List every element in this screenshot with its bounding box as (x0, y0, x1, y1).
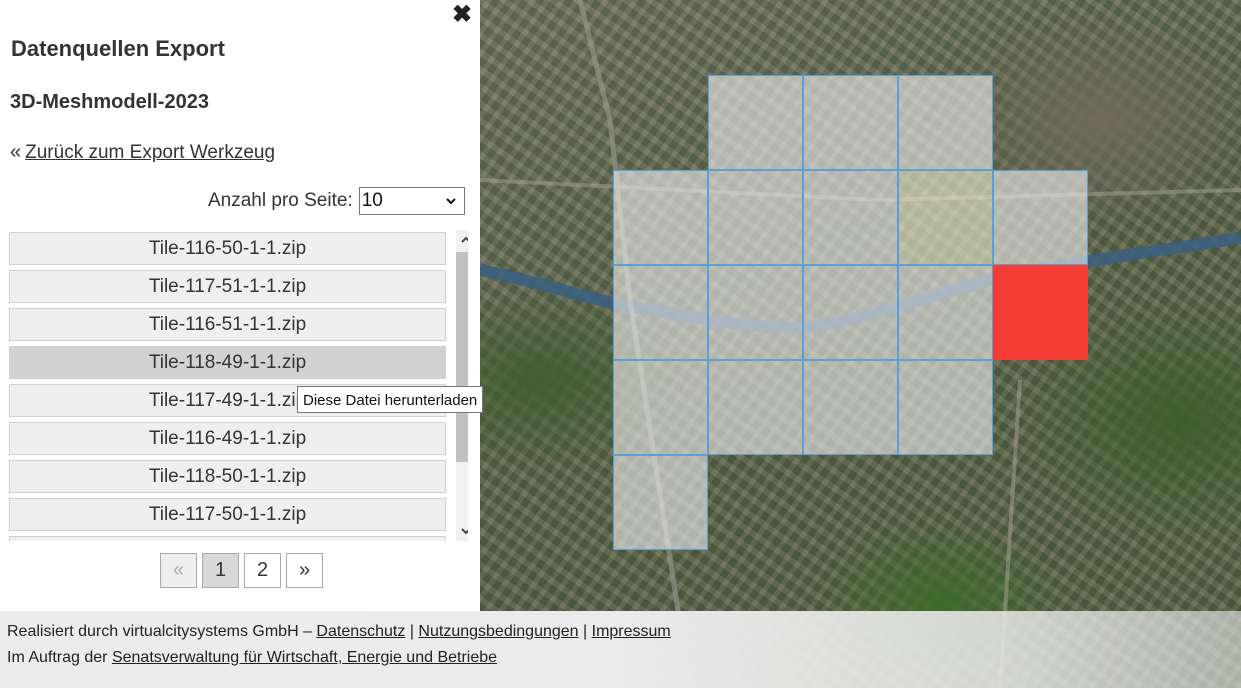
map-tile[interactable] (803, 265, 898, 360)
per-page-control: Anzahl pro Seite: 10 (208, 187, 465, 215)
map-tile[interactable] (708, 170, 803, 265)
map-tile[interactable] (803, 360, 898, 455)
pagination-next-button[interactable]: » (286, 553, 323, 588)
panel-title: Datenquellen Export (11, 36, 225, 61)
map-tile[interactable] (898, 170, 993, 265)
senate-link[interactable]: Senatsverwaltung für Wirtschaft, Energie… (112, 649, 497, 666)
file-download-item[interactable]: Tile-116-49-1-1.zip (9, 422, 446, 455)
map-view[interactable] (480, 0, 1241, 688)
footer-line-2: Im Auftrag der Senatsverwaltung für Wirt… (7, 649, 497, 667)
file-download-item[interactable]: Tile-118-50-1-1.zip (9, 460, 446, 493)
per-page-value: 10 (361, 190, 383, 211)
file-download-item[interactable]: Tile-118-49-1-1.zip (9, 346, 446, 379)
scroll-down-icon[interactable] (456, 521, 468, 541)
footer-credit: Realisiert durch virtualcitysystems GmbH… (7, 623, 312, 640)
map-tile[interactable] (993, 170, 1088, 265)
dataset-title: 3D-Meshmodell-2023 (10, 91, 209, 113)
map-tile[interactable] (803, 75, 898, 170)
map-tile[interactable] (613, 170, 708, 265)
download-tooltip: Diese Datei herunterladen (297, 386, 484, 413)
map-tile[interactable] (613, 360, 708, 455)
map-tile[interactable] (898, 360, 993, 455)
footer-line-1: Realisiert durch virtualcitysystems GmbH… (7, 623, 671, 641)
double-chevron-left-icon: « (10, 141, 22, 163)
map-tile-selected[interactable] (993, 265, 1088, 360)
per-page-select[interactable]: 10 (358, 187, 465, 215)
map-tile[interactable] (803, 170, 898, 265)
privacy-link[interactable]: Datenschutz (316, 623, 405, 640)
file-download-item-partial[interactable] (9, 536, 446, 541)
footer: Realisiert durch virtualcitysystems GmbH… (0, 611, 1241, 688)
pagination-page-1[interactable]: 1 (202, 553, 239, 588)
file-download-item[interactable]: Tile-117-51-1-1.zip (9, 270, 446, 303)
file-download-item[interactable]: Tile-117-50-1-1.zip (9, 498, 446, 531)
map-tile[interactable] (898, 265, 993, 360)
map-tile[interactable] (613, 265, 708, 360)
back-link[interactable]: «Zurück zum Export Werkzeug (10, 141, 275, 164)
pagination-prev-button[interactable]: « (160, 553, 197, 588)
pagination: « 1 2 » (160, 553, 323, 588)
map-tile[interactable] (708, 75, 803, 170)
scrollbar-thumb[interactable] (456, 252, 468, 462)
file-download-item[interactable]: Tile-116-51-1-1.zip (9, 308, 446, 341)
file-download-item[interactable]: Tile-116-50-1-1.zip (9, 232, 446, 265)
footer-separator: | (583, 623, 588, 640)
map-tile[interactable] (613, 455, 708, 550)
terms-link[interactable]: Nutzungsbedingungen (418, 623, 578, 640)
footer-commission: Im Auftrag der (7, 649, 108, 666)
map-tile[interactable] (898, 75, 993, 170)
map-tile[interactable] (708, 265, 803, 360)
export-panel: ✖ Datenquellen Export 3D-Meshmodell-2023… (0, 0, 484, 611)
imprint-link[interactable]: Impressum (592, 623, 671, 640)
back-link-label[interactable]: Zurück zum Export Werkzeug (25, 142, 275, 163)
chevron-down-icon (445, 188, 457, 222)
per-page-label: Anzahl pro Seite: (208, 190, 353, 211)
pagination-page-2[interactable]: 2 (244, 553, 281, 588)
footer-separator: | (409, 623, 414, 640)
scroll-up-icon[interactable] (456, 230, 468, 250)
close-icon[interactable]: ✖ (450, 3, 474, 27)
map-tile[interactable] (708, 360, 803, 455)
